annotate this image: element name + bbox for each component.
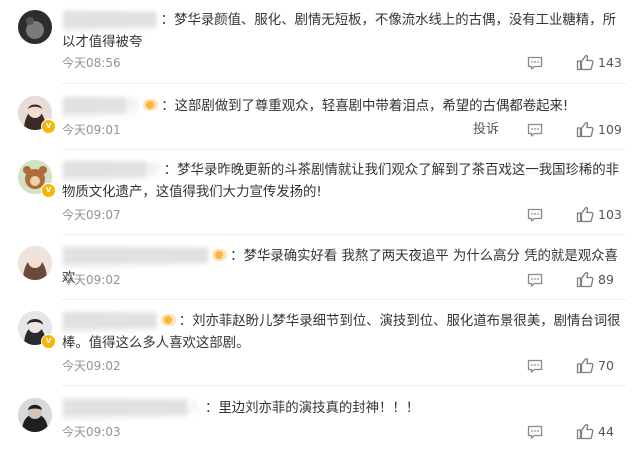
- like-count: 109: [598, 122, 622, 137]
- thumbs-up-icon[interactable]: [576, 206, 594, 223]
- divider: [62, 83, 626, 84]
- comment-time: 今天09:02: [62, 273, 121, 287]
- comment-text: 这部剧做到了尊重观众，轻喜剧中带着泪点，希望的古偶都卷起来!: [174, 99, 569, 114]
- verified-badge-icon: v: [41, 119, 56, 134]
- comment-time: 今天08:56: [62, 56, 121, 70]
- verified-badge-icon: v: [41, 183, 56, 198]
- comment-time: 今天09:03: [62, 425, 121, 439]
- username[interactable]: ██████凯: [62, 96, 142, 118]
- divider: [62, 299, 626, 300]
- verified-badge-icon: v: [41, 334, 56, 349]
- like-count: 103: [598, 207, 622, 222]
- thumbs-up-icon[interactable]: [576, 54, 594, 71]
- comment-bubble-icon[interactable]: [527, 123, 543, 137]
- fan-badge-icon: [212, 249, 228, 261]
- username[interactable]: ████████████人: [62, 398, 203, 420]
- comment-bubble-icon[interactable]: [527, 359, 543, 373]
- divider: [62, 234, 626, 235]
- avatar[interactable]: [18, 10, 52, 44]
- comment-time: 今天09:01: [62, 123, 121, 137]
- report-button[interactable]: 投诉: [473, 120, 499, 140]
- comment-text: 里边刘亦菲的演技真的封神！！！: [218, 401, 420, 416]
- username[interactable]: █████████: [62, 311, 159, 333]
- divider: [62, 149, 626, 150]
- thumbs-up-icon[interactable]: [576, 357, 594, 374]
- comment-feed: █████████ ：梦华录颜值、服化、剧情无短板，不像流水线上的古偶，没有工业糖…: [0, 0, 640, 455]
- fan-badge-icon: [143, 99, 159, 111]
- avatar[interactable]: [18, 398, 52, 432]
- comment-bubble-icon[interactable]: [527, 56, 543, 70]
- username[interactable]: ████████安: [62, 160, 162, 182]
- comment-bubble-icon[interactable]: [527, 273, 543, 287]
- comment-bubble-icon[interactable]: [527, 208, 543, 222]
- thumbs-up-icon[interactable]: [576, 271, 594, 288]
- comment-time: 今天09:02: [62, 359, 121, 373]
- comment-time: 今天09:07: [62, 208, 121, 222]
- avatar[interactable]: [18, 246, 52, 280]
- divider: [62, 385, 626, 386]
- like-count: 70: [598, 358, 614, 373]
- thumbs-up-icon[interactable]: [576, 121, 594, 138]
- username[interactable]: ██████████████: [62, 246, 211, 268]
- like-count: 143: [598, 55, 622, 70]
- thumbs-up-icon[interactable]: [576, 423, 594, 440]
- comment-bubble-icon[interactable]: [527, 425, 543, 439]
- username[interactable]: █████████: [62, 10, 159, 32]
- like-count: 89: [598, 272, 614, 287]
- like-count: 44: [598, 424, 614, 439]
- fan-badge-icon: [160, 314, 176, 326]
